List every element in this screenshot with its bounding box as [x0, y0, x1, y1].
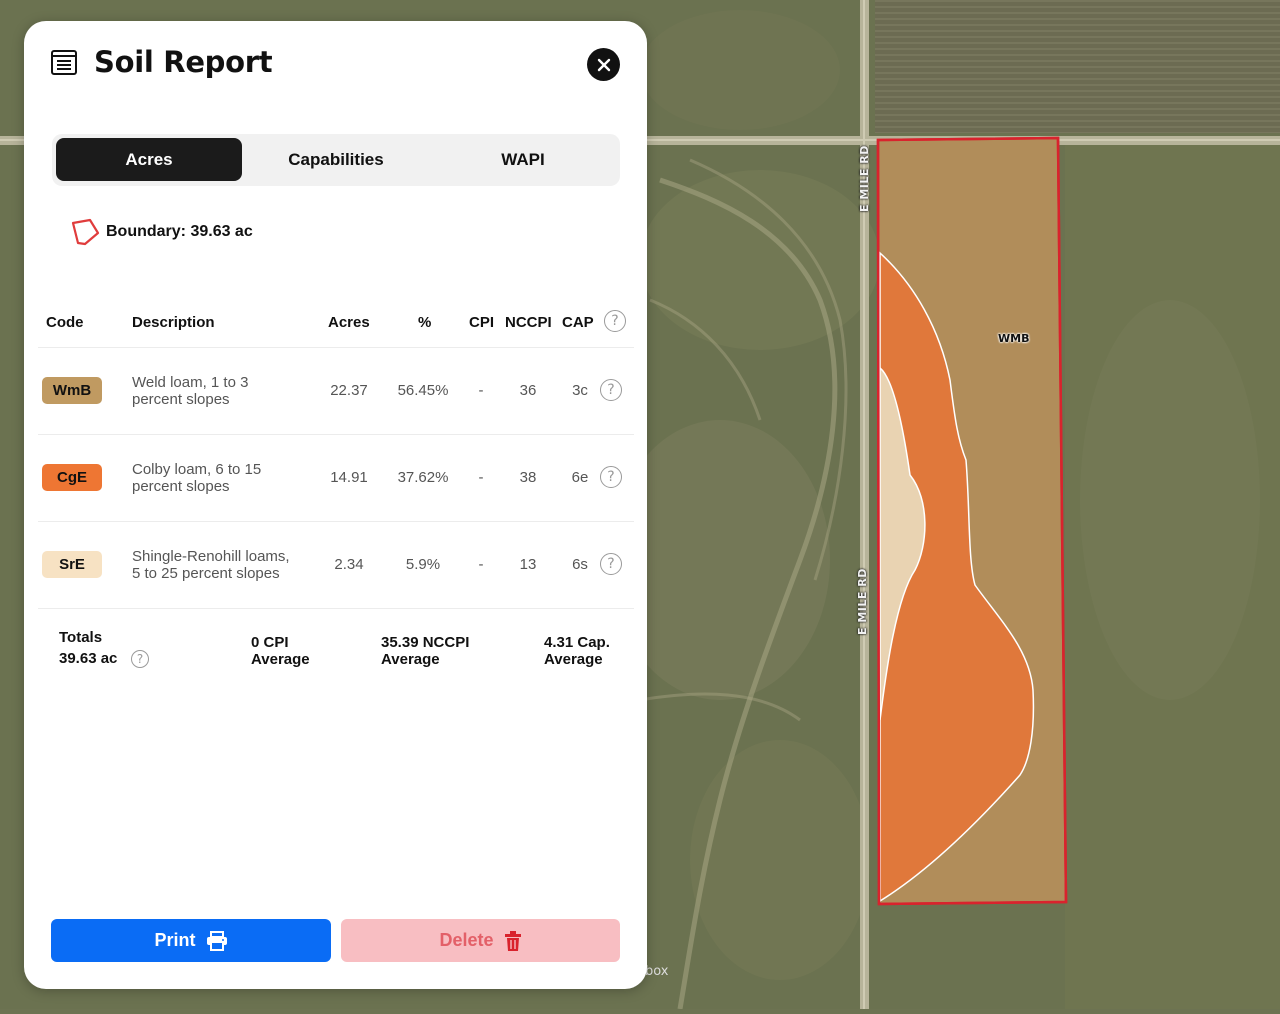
totals-cpi-sub: Average [251, 651, 310, 668]
road-label-e-mile-rd: E MILE RD [856, 568, 869, 635]
header-cap: CAP [562, 314, 594, 331]
header-nccpi: NCCPI [505, 314, 552, 331]
soil-percent: 5.9% [405, 556, 441, 573]
soil-acres: 2.34 [334, 556, 364, 573]
boundary-summary: Boundary: 39.63 ac [70, 217, 253, 247]
totals-cap-block: 4.31 Cap. Average [544, 634, 610, 668]
soil-nccpi: 38 [519, 469, 537, 486]
cap-help-icon[interactable]: ? [604, 310, 626, 332]
soil-cap: 6e [571, 469, 589, 486]
field-soil-label: WMB [998, 332, 1030, 345]
map-attribution: box [645, 964, 669, 979]
panel-header: Soil Report [50, 45, 273, 79]
tab-wapi[interactable]: WAPI [430, 138, 616, 181]
header-code: Code [46, 314, 84, 331]
totals-acres-block: Totals 39.63 ac [59, 629, 117, 667]
delete-button-label: Delete [439, 930, 494, 950]
cap-help-icon[interactable]: ? [600, 466, 622, 488]
totals-label: Totals [59, 629, 103, 646]
document-list-icon [51, 50, 77, 75]
soil-description: Shingle-Renohill loams, 5 to 25 percent … [132, 548, 290, 582]
totals-nccpi-sub: Average [381, 651, 440, 668]
soil-code-badge: SrE [42, 551, 102, 578]
soil-percent: 56.45% [397, 382, 449, 399]
field-boundary-polygon [876, 136, 1068, 906]
soil-cap: 6s [572, 556, 588, 573]
totals-acres: 39.63 ac [59, 650, 118, 667]
totals-cpi-value: 0 CPI [251, 634, 289, 651]
soil-code-badge: WmB [42, 377, 102, 404]
cap-help-icon[interactable]: ? [600, 553, 622, 575]
print-button-label: Print [154, 930, 196, 950]
soil-description: Colby loam, 6 to 15 percent slopes [132, 461, 262, 495]
tab-acres[interactable]: Acres [56, 138, 242, 181]
soil-cpi: - [478, 556, 484, 573]
soil-nccpi: 36 [519, 382, 537, 399]
table-header: Code Description Acres % CPI NCCPI CAP ? [38, 307, 634, 348]
soil-cap: 3c [572, 382, 588, 399]
print-button[interactable]: Print [51, 919, 331, 962]
soil-description: Weld loam, 1 to 3 percent slopes [132, 374, 249, 408]
close-icon [597, 58, 610, 71]
soil-cpi: - [478, 469, 484, 486]
tab-capabilities[interactable]: Capabilities [243, 138, 429, 181]
trash-icon [504, 930, 521, 951]
polygon-icon [71, 218, 100, 246]
close-button[interactable] [587, 48, 620, 81]
totals-cap-value: 4.31 Cap. [544, 634, 610, 651]
soil-acres: 22.37 [330, 382, 368, 399]
header-cpi: CPI [469, 314, 495, 331]
delete-button[interactable]: Delete [341, 919, 620, 962]
page-title: Soil Report [94, 45, 273, 79]
printer-icon [206, 930, 227, 951]
header-percent: % [418, 314, 432, 331]
soil-percent: 37.62% [397, 469, 449, 486]
totals-help-icon[interactable]: ? [131, 650, 149, 668]
table-row[interactable]: SrE Shingle-Renohill loams, 5 to 25 perc… [38, 522, 634, 609]
header-acres: Acres [328, 314, 370, 331]
soil-nccpi: 13 [519, 556, 537, 573]
soil-table: Code Description Acres % CPI NCCPI CAP ?… [38, 307, 634, 609]
totals-nccpi-value: 35.39 NCCPI [381, 634, 470, 651]
soil-code-badge: CgE [42, 464, 102, 491]
totals-cap-sub: Average [544, 651, 603, 668]
totals-row: Totals 39.63 ac ? 0 CPI Average 35.39 NC… [59, 629, 639, 689]
cap-help-icon[interactable]: ? [600, 379, 622, 401]
soil-acres: 14.91 [330, 469, 368, 486]
tab-bar: Acres Capabilities WAPI [52, 134, 620, 186]
soil-cpi: - [478, 382, 484, 399]
totals-cpi-block: 0 CPI Average [251, 634, 310, 668]
boundary-text: Boundary: 39.63 ac [106, 223, 253, 240]
road-label-e-mile-rd: E MILE RD [858, 145, 871, 212]
header-description: Description [132, 314, 215, 331]
table-row[interactable]: WmB Weld loam, 1 to 3 percent slopes 22.… [38, 348, 634, 435]
totals-nccpi-block: 35.39 NCCPI Average [381, 634, 469, 668]
soil-report-panel: Soil Report Acres Capabilities WAPI Boun… [24, 21, 647, 989]
table-row[interactable]: CgE Colby loam, 6 to 15 percent slopes 1… [38, 435, 634, 522]
